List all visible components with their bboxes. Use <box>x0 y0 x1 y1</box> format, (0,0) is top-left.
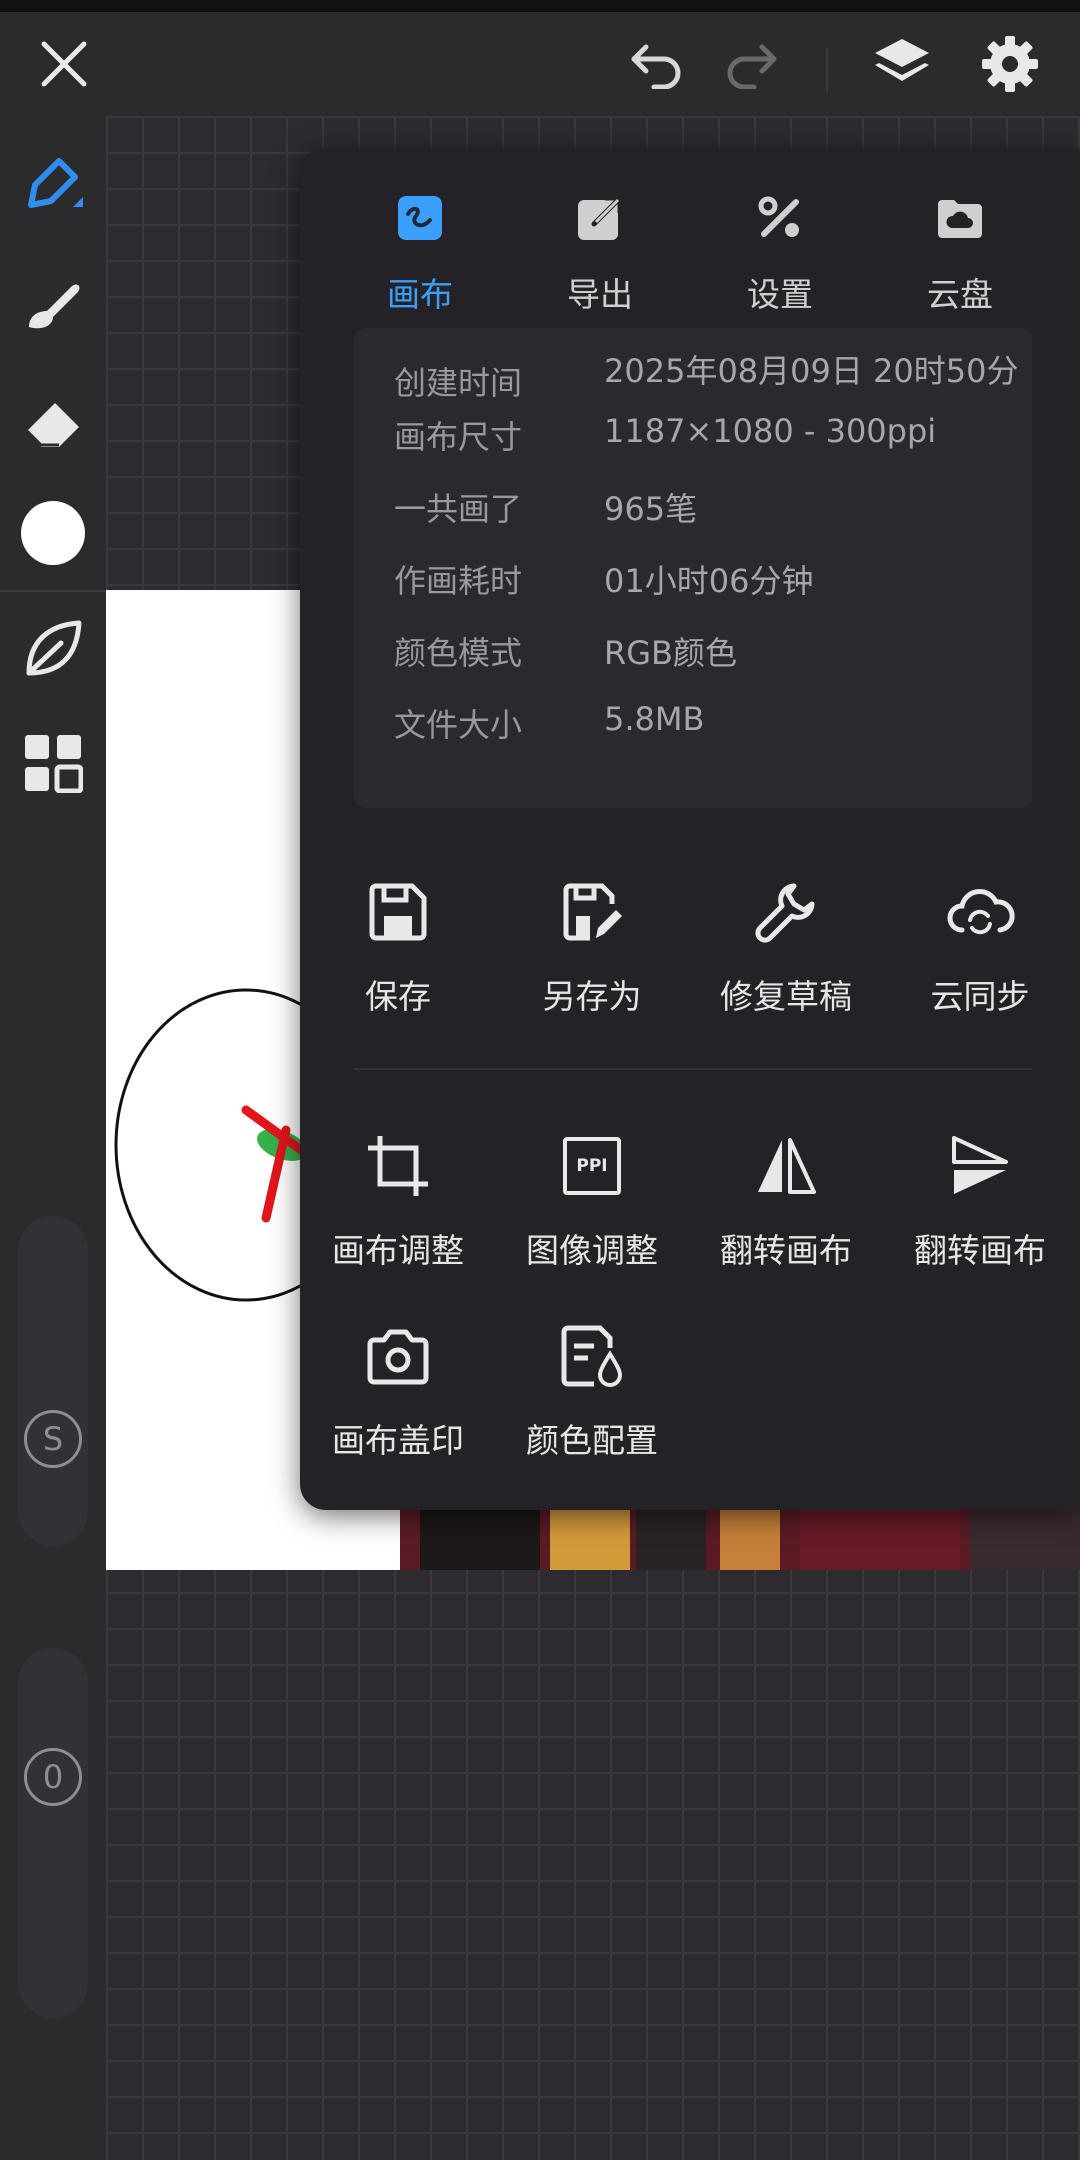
export-icon <box>572 190 628 246</box>
info-value: 2025年08月09日 20时50分 <box>604 352 1019 390</box>
info-row-created: 创建时间 2025年08月09日 20时50分 <box>394 352 1019 410</box>
wrench-icon <box>746 872 826 952</box>
toolbar-divider <box>826 48 828 92</box>
info-row-color-mode: 颜色模式 RGB颜色 <box>394 628 1014 684</box>
tools-icon <box>752 190 808 246</box>
save-button[interactable]: 保存 <box>300 872 496 1022</box>
info-value: 01小时06分钟 <box>604 562 814 600</box>
info-key: 画布尺寸 <box>394 418 523 456</box>
undo-icon[interactable] <box>622 30 690 98</box>
crop-icon <box>358 1126 438 1206</box>
action-label: 保存 <box>365 977 431 1016</box>
redo-icon[interactable] <box>718 30 786 98</box>
action-label: 另存为 <box>542 977 642 1016</box>
camera-icon <box>358 1316 438 1396</box>
info-row-duration: 作画耗时 01小时06分钟 <box>394 556 1014 612</box>
panel-tabs: 画布 导出 设置 云盘 <box>300 176 1080 326</box>
color-swatch[interactable] <box>16 496 90 570</box>
flip-canvas-horizontal-button[interactable]: 翻转画布 <box>688 1126 884 1276</box>
action-label: 颜色配置 <box>526 1421 658 1460</box>
cloud-disk-icon <box>932 190 988 246</box>
grid-icon[interactable] <box>16 726 90 800</box>
pen-icon[interactable] <box>16 146 90 220</box>
action-label: 图像调整 <box>526 1231 658 1270</box>
cloud-sync-button[interactable]: 云同步 <box>882 872 1078 1022</box>
gear-icon[interactable] <box>976 30 1044 98</box>
color-config-icon <box>552 1316 632 1396</box>
leaf-icon[interactable] <box>16 612 90 686</box>
flip-horizontal-icon <box>746 1126 826 1206</box>
action-label: 翻转画布 <box>720 1231 852 1270</box>
flip-vertical-icon <box>940 1126 1020 1206</box>
info-row-strokes: 一共画了 965笔 <box>394 484 1014 540</box>
flip-canvas-vertical-button[interactable]: 翻转画布 <box>882 1126 1078 1276</box>
tab-cloud-disk[interactable]: 云盘 <box>870 176 1050 326</box>
close-icon[interactable] <box>30 30 98 98</box>
save-as-icon <box>552 872 632 952</box>
action-label: 画布盖印 <box>332 1421 464 1460</box>
image-adjust-button[interactable]: PPI 图像调整 <box>494 1126 690 1276</box>
size-badge: S <box>18 1404 88 1474</box>
canvas-settings-panel: 画布 导出 设置 云盘 创建时间 2025年08月09日 20时50分 画布尺寸… <box>300 148 1080 1510</box>
opacity-slider[interactable]: 0 <box>18 1648 88 2018</box>
canvas-icon <box>392 190 448 246</box>
tab-label: 设置 <box>747 275 813 314</box>
top-toolbar <box>0 12 1080 116</box>
tab-canvas[interactable]: 画布 <box>330 176 510 326</box>
action-label: 翻转画布 <box>914 1231 1046 1270</box>
info-value: RGB颜色 <box>604 634 737 672</box>
tab-export[interactable]: 导出 <box>510 176 690 326</box>
tool-sidebar: S 0 <box>0 116 106 2160</box>
brush-size-slider[interactable]: S <box>18 1216 88 1546</box>
eraser-icon[interactable] <box>16 386 90 460</box>
tab-label: 云盘 <box>927 275 993 314</box>
info-value: 965笔 <box>604 490 698 528</box>
info-key: 作画耗时 <box>394 562 523 600</box>
cloud-sync-icon <box>940 872 1020 952</box>
info-key: 一共画了 <box>394 490 523 528</box>
action-label: 修复草稿 <box>720 977 852 1016</box>
info-key: 颜色模式 <box>394 634 523 672</box>
status-strip <box>0 0 1080 12</box>
repair-draft-button[interactable]: 修复草稿 <box>688 872 884 1022</box>
sidebar-divider <box>0 590 106 592</box>
action-label: 画布调整 <box>332 1231 464 1270</box>
brush-icon[interactable] <box>16 266 90 340</box>
layers-icon[interactable] <box>868 30 936 98</box>
info-value: 1187×1080 - 300ppi <box>604 412 937 450</box>
info-row-size: 画布尺寸 1187×1080 - 300ppi <box>394 412 1014 468</box>
color-config-button[interactable]: 颜色配置 <box>494 1316 690 1466</box>
tab-label: 导出 <box>567 275 633 314</box>
info-row-file-size: 文件大小 5.8MB <box>394 700 1014 756</box>
save-as-button[interactable]: 另存为 <box>494 872 690 1022</box>
info-key: 文件大小 <box>394 706 523 744</box>
panel-divider <box>354 1068 1032 1070</box>
action-label: 云同步 <box>930 977 1030 1016</box>
info-value: 5.8MB <box>604 700 705 738</box>
artwork-strip <box>400 1500 1080 1570</box>
info-key: 创建时间 <box>394 364 523 402</box>
ppi-icon: PPI <box>552 1126 632 1206</box>
opacity-badge: 0 <box>18 1742 88 1812</box>
canvas-stamp-button[interactable]: 画布盖印 <box>300 1316 496 1466</box>
tab-settings[interactable]: 设置 <box>690 176 870 326</box>
canvas-adjust-button[interactable]: 画布调整 <box>300 1126 496 1276</box>
tab-label: 画布 <box>387 275 453 314</box>
canvas-info-box: 创建时间 2025年08月09日 20时50分 画布尺寸 1187×1080 -… <box>354 328 1032 808</box>
save-icon <box>358 872 438 952</box>
